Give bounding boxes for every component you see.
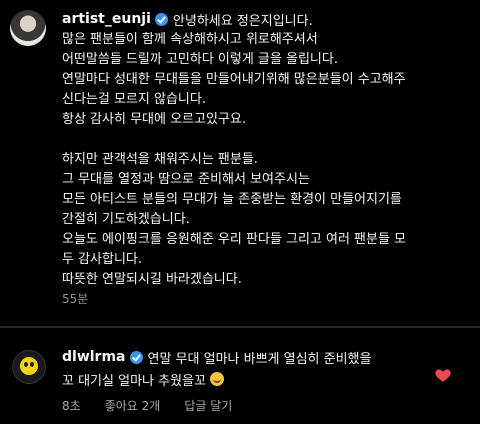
verified-badge-icon [154, 12, 168, 26]
caption-line: 많은 팬분들이 함께 속상해하시고 위로해주셔서 [62, 32, 318, 47]
caption-line: 모든 아티스트 분들의 무대가 늘 존중받는 환경이 만들어지기를 [62, 192, 402, 207]
author-username[interactable]: artist_eunji [62, 11, 151, 27]
tweety-avatar-icon [20, 357, 38, 375]
caption-line: 두 감사합니다. [62, 252, 143, 267]
divider [0, 326, 480, 328]
comment-text-line1: 연말 무대 얼마나 바쁘게 열심히 준비했을 [147, 351, 372, 367]
caption-line: 따뜻한 연말되시길 바라겠습니다. [62, 272, 242, 287]
post-timestamp[interactable]: 55분 [62, 290, 88, 307]
caption-line: 오늘도 에이핑크를 응원해준 우리 판다들 그리고 여러 팬분들 모 [62, 232, 407, 247]
heart-icon[interactable] [434, 366, 452, 384]
author-row: artist_eunji 안녕하세요 정은지입니다. [62, 9, 470, 29]
comment-item: dlwlrma 연말 무대 얼마나 바쁘게 열심히 준비했을 꼬 대기실 얼마나… [0, 330, 480, 424]
comment-second-line: 꼬 대기실 얼마나 추웠을꼬 [62, 368, 224, 390]
comment-timestamp[interactable]: 8초 [62, 397, 81, 414]
caption-body: 많은 팬분들이 함께 속상해하시고 위로해주셔서 어떤말씀들 드릴까 고민하다 … [62, 30, 468, 290]
caption-greeting: 안녕하세요 정은지입니다. [172, 13, 313, 29]
caption-line: 연말마다 성대한 무대들을 만들어내기위해 많은분들이 수고해주 [62, 72, 406, 87]
caption-line: 신다는걸 모르지 않습니다. [62, 92, 206, 107]
comment-first-line: dlwlrma 연말 무대 얼마나 바쁘게 열심히 준비했을 [62, 346, 440, 368]
caption-line [62, 130, 468, 150]
reply-button[interactable]: 답글 달기 [184, 397, 232, 414]
caption-line: 항상 감사히 무대에 오르고있구요. [62, 112, 246, 127]
smiling-face-emoji [209, 372, 224, 386]
comment-text-line2: 꼬 대기실 얼마나 추웠을꼬 [62, 373, 206, 389]
comment-likes-count[interactable]: 좋아요 2개 [105, 397, 161, 414]
caption-line: 어떤말씀들 드릴까 고민하다 이렇게 글을 올립니다. [62, 52, 338, 67]
author-avatar[interactable] [10, 10, 46, 46]
commenter-username[interactable]: dlwlrma [62, 349, 126, 365]
caption-line: 간절히 기도하겠습니다. [62, 212, 190, 227]
caption-line: 그 무대를 열정과 땀으로 준비해서 보여주시는 [62, 172, 310, 187]
post-caption: artist_eunji 안녕하세요 정은지입니다. 많은 팬분들이 함께 속상… [0, 0, 480, 324]
caption-line: 하지만 관객석을 채워주시는 팬분들. [62, 152, 258, 167]
verified-badge-icon [129, 350, 143, 364]
commenter-avatar[interactable] [12, 350, 46, 384]
comment-meta: 8초 좋아요 2개 답글 달기 [62, 397, 232, 414]
